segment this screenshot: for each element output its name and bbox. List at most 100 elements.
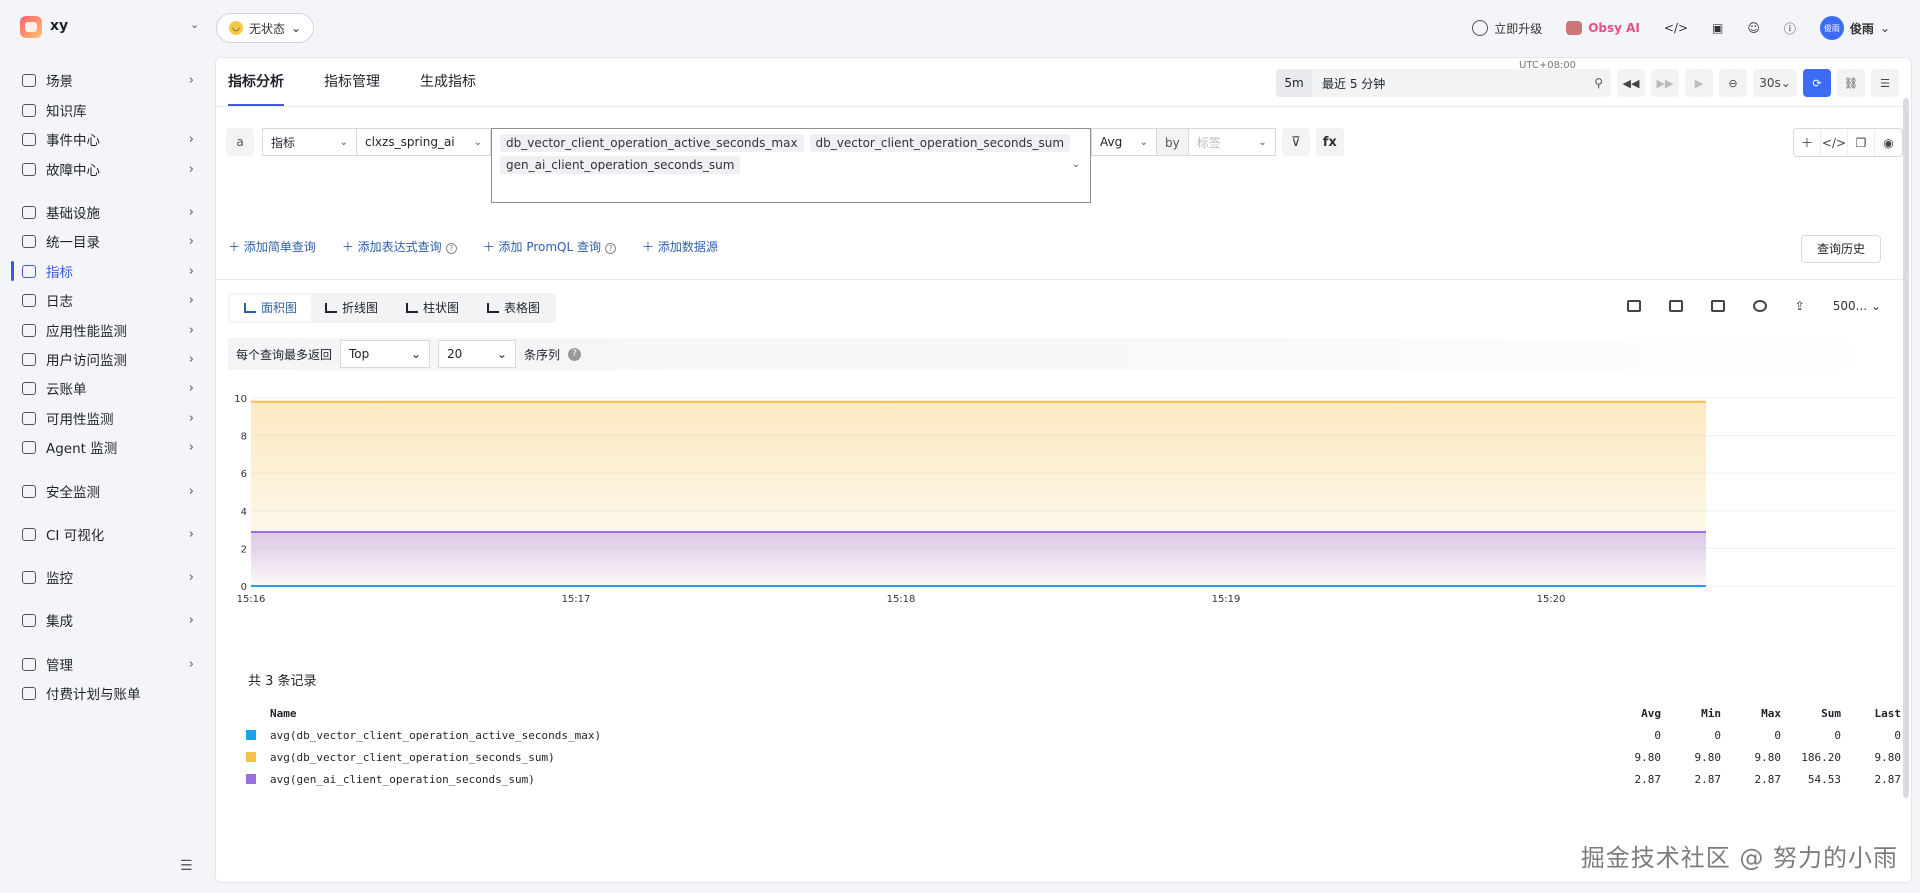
add-promql-query-label: 添加 PromQL 查询 [498, 240, 602, 254]
zoom-out-icon[interactable]: ⊖ [1719, 69, 1747, 97]
code-icon[interactable]: </> [1821, 129, 1848, 156]
sidebar-item[interactable]: 监控 › [14, 561, 200, 593]
legend-header-sum[interactable]: Sum [1781, 707, 1841, 720]
visualization-tabs: 面积图 折线图 柱状图 表格图 [228, 293, 557, 323]
tab-table-chart[interactable]: 表格图 [473, 295, 554, 321]
sidebar-item[interactable]: 管理 › [14, 648, 200, 680]
sidebar-item[interactable]: 应用性能监测 › [14, 314, 200, 346]
columns-icon[interactable] [1668, 300, 1683, 312]
pin-icon[interactable]: ⚲ [1594, 76, 1603, 90]
collapse-sidebar-icon[interactable]: ☰ [180, 858, 193, 874]
limit-select[interactable]: 500... ⌄ [1833, 299, 1881, 313]
help-icon[interactable]: ? [568, 347, 582, 361]
tab-bar-chart[interactable]: 柱状图 [392, 295, 473, 321]
user-icon[interactable]: ☺ [1747, 21, 1760, 35]
limit-label: 500... [1832, 299, 1868, 313]
sidebar-item[interactable]: 可用性监测 › [14, 402, 200, 434]
nav-icon [22, 103, 36, 117]
legend-row[interactable]: avg(db_vector_client_operation_active_se… [246, 724, 1901, 746]
sidebar-item[interactable]: 事件中心 › [14, 123, 200, 155]
legend-header-last[interactable]: Last [1841, 707, 1902, 720]
add-promql-query-link[interactable]: ＋ 添加 PromQL 查询? [483, 238, 617, 255]
legend-header-max[interactable]: Max [1721, 707, 1781, 720]
legend-stat-value: 54.53 [1807, 772, 1841, 786]
list-icon[interactable] [1710, 300, 1725, 312]
legend-row[interactable]: avg(db_vector_client_operation_seconds_s… [246, 746, 1901, 768]
nav-icon [22, 570, 36, 584]
sidebar-item[interactable]: 用户访问监测 › [14, 343, 200, 375]
sidebar-item[interactable]: 日志 › [14, 284, 200, 316]
legend-header-min[interactable]: Min [1661, 707, 1721, 720]
metric-tag[interactable]: db_vector_client_operation_seconds_sum [809, 134, 1071, 152]
metric-tag[interactable]: db_vector_client_operation_active_second… [500, 134, 804, 152]
x-tick-label: 15:20 [1537, 594, 1566, 605]
sidebar-item[interactable]: CI 可视化 › [14, 518, 200, 550]
metric-select[interactable]: db_vector_client_operation_active_second… [491, 128, 1091, 203]
filter-icon[interactable]: ⊽ [1281, 128, 1310, 156]
chevron-right-icon: › [188, 161, 194, 177]
sidebar-item[interactable]: 统一目录 › [14, 225, 200, 257]
tab-area-chart[interactable]: 面积图 [230, 295, 312, 321]
scrollbar[interactable] [1903, 98, 1909, 798]
sidebar-item[interactable]: 集成 › [14, 604, 200, 636]
upgrade-button[interactable]: 立即升级 [1472, 20, 1542, 37]
status-button[interactable]: ◡ 无状态 ⌄ [216, 13, 315, 43]
metric-tag[interactable]: gen_ai_client_operation_seconds_sum [500, 156, 741, 174]
chevron-right-icon: › [188, 526, 194, 542]
function-button[interactable]: fx [1315, 128, 1344, 156]
tab-metric-analysis[interactable]: 指标分析 [228, 58, 284, 106]
layout-icon[interactable] [1626, 300, 1641, 312]
workspace-name[interactable]: xy [50, 18, 68, 34]
y-tick-label: 0 [241, 582, 247, 593]
time-range-picker[interactable]: 5m 最近 5 分钟 ⚲ [1276, 69, 1611, 97]
eye-icon[interactable]: ◉ [1875, 129, 1902, 156]
order-select[interactable]: Top ⌄ [340, 340, 431, 368]
sidebar-item[interactable]: 故障中心 › [14, 153, 200, 185]
tab-metric-management[interactable]: 指标管理 [324, 58, 380, 106]
count-select[interactable]: 20 ⌄ [438, 340, 517, 368]
robot-icon [1566, 21, 1583, 35]
aggregation-label: Avg [1100, 135, 1123, 149]
sidebar-item[interactable]: 云账单 › [14, 372, 200, 404]
tab-line-chart[interactable]: 折线图 [311, 295, 392, 321]
logo-icon[interactable] [20, 16, 42, 38]
chevron-down-icon[interactable]: ⌄ [190, 18, 199, 31]
chevron-down-icon[interactable]: ⌄ [1072, 159, 1080, 170]
query-history-button[interactable]: 查询历史 [1801, 235, 1881, 263]
add-icon[interactable]: ＋ [1794, 129, 1821, 156]
link-icon[interactable]: ⛓ [1837, 69, 1865, 97]
refresh-interval-select[interactable]: 30s ⌄ [1753, 69, 1797, 97]
sidebar-item[interactable]: Agent 监测 › [14, 431, 200, 463]
sidebar-item[interactable]: 付费计划与账单 [14, 677, 200, 709]
legend-row[interactable]: avg(gen_ai_client_operation_seconds_sum)… [246, 768, 1901, 790]
legend-header-avg[interactable]: Avg [1601, 707, 1661, 720]
tag-select[interactable]: 标签 ⌄ [1187, 128, 1276, 156]
user-menu[interactable]: 俊雨 俊雨 ⌄ [1819, 16, 1890, 40]
legend-series-name: avg(gen_ai_client_operation_seconds_sum) [270, 772, 535, 786]
screen-icon[interactable]: ▣ [1712, 21, 1723, 35]
sidebar-item[interactable]: 知识库 [14, 94, 200, 126]
copy-icon[interactable]: ❐ [1848, 129, 1875, 156]
query-type-select[interactable]: 指标 ⌄ [262, 128, 357, 156]
tab-generate-metric[interactable]: 生成指标 [420, 58, 476, 106]
rewind-icon[interactable]: ◀◀ [1617, 69, 1645, 97]
sidebar-item[interactable]: 场景 › [14, 64, 200, 96]
code-icon[interactable]: </> [1664, 21, 1688, 35]
sidebar-item[interactable]: 基础设施 › [14, 196, 200, 228]
measurement-select[interactable]: clxzs_spring_ai ⌄ [357, 128, 491, 156]
add-expression-query-link[interactable]: ＋ 添加表达式查询? [342, 238, 457, 255]
aggregation-select[interactable]: Avg ⌄ [1091, 128, 1157, 156]
add-datasource-label: 添加数据源 [657, 240, 718, 254]
add-datasource-link[interactable]: ＋ 添加数据源 [642, 238, 718, 255]
refresh-icon[interactable]: ⟳ [1803, 69, 1831, 97]
palette-icon[interactable] [1752, 300, 1767, 312]
export-icon[interactable]: ⇪ [1795, 299, 1805, 313]
refresh-interval-label: 30s [1759, 76, 1781, 90]
obsy-ai-button[interactable]: Obsy AI [1566, 21, 1640, 35]
sidebar-item[interactable]: 安全监测 › [14, 475, 200, 507]
help-icon[interactable]: ⓘ [1784, 20, 1796, 37]
settings-icon[interactable]: ☰ [1871, 69, 1899, 97]
sidebar-item-label: 统一目录 [46, 235, 100, 251]
sidebar-item[interactable]: 指标 › [11, 255, 200, 287]
add-simple-query-link[interactable]: ＋ 添加简单查询 [228, 238, 316, 255]
